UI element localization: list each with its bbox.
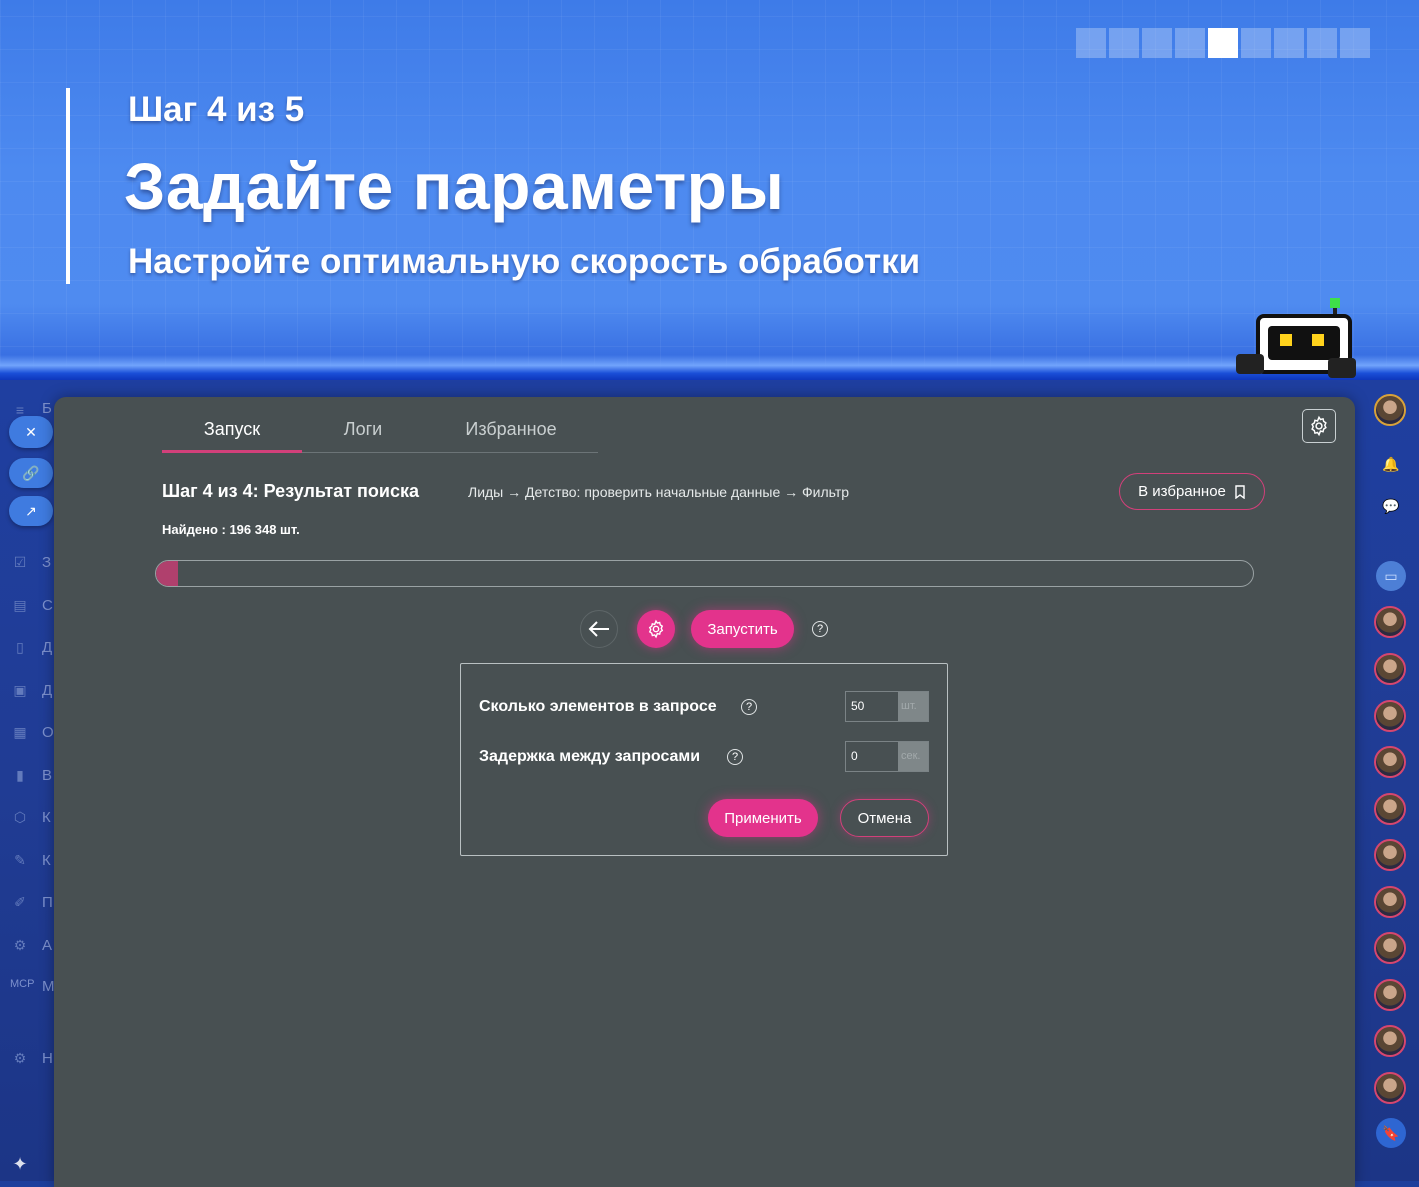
sidebar-item-label: П <box>42 894 53 911</box>
close-icon: ✕ <box>25 423 37 440</box>
chat-icon[interactable]: ▭ <box>1376 561 1406 591</box>
help-icon[interactable]: ? <box>727 749 743 765</box>
bookmark-icon[interactable]: 🔖 <box>1376 1118 1406 1148</box>
banner-stepper <box>1076 28 1370 58</box>
banner-subtitle: Настройте оптимальную скорость обработки <box>128 242 921 281</box>
banner-step-label: Шаг 4 из 5 <box>128 90 305 129</box>
stepper-square <box>1340 28 1370 58</box>
sidebar-item-label: О <box>42 724 54 741</box>
contact-avatar[interactable] <box>1374 886 1406 918</box>
back-button[interactable] <box>580 610 618 648</box>
left-sidebar: ≡ Б ✕ 🔗 ↗ ☑ З ▤ С ▯ Д ▣ Д ▦ О ▮ В ⬡ К ✎ … <box>0 380 56 1181</box>
step-title: Шаг 4 из 4: Результат поиска <box>162 481 419 501</box>
batch-size-unit: шт. <box>898 692 928 721</box>
tab-logs[interactable]: Логи <box>302 410 424 450</box>
contact-avatar[interactable] <box>1374 839 1406 871</box>
favorites-label: В избранное <box>1138 483 1226 500</box>
tab-favorites[interactable]: Избранное <box>424 410 598 450</box>
document-icon[interactable]: ▯ <box>10 637 30 657</box>
pen-icon[interactable]: ✐ <box>10 892 30 912</box>
contact-avatar[interactable] <box>1374 1072 1406 1104</box>
robot-mascot-icon <box>1236 298 1356 378</box>
edit-document-icon[interactable]: ✎ <box>10 850 30 870</box>
gear-icon[interactable]: ⚙ <box>10 1048 30 1068</box>
stepper-square <box>1175 28 1205 58</box>
sidebar-item-label: А <box>42 937 53 954</box>
batch-size-value[interactable]: 50 <box>846 692 898 721</box>
contact-avatar[interactable] <box>1374 746 1406 778</box>
contact-avatar[interactable] <box>1374 793 1406 825</box>
delay-input[interactable]: 0 сек. <box>845 741 929 772</box>
bar-chart-icon[interactable]: ▮ <box>10 765 30 785</box>
banner-accent-bar <box>66 88 70 284</box>
help-icon[interactable]: ? <box>812 621 828 637</box>
progress-bar <box>155 560 1254 587</box>
delay-unit: сек. <box>898 742 928 771</box>
close-sidebar-button[interactable]: ✕ <box>9 416 53 448</box>
sidebar-item-label: К <box>42 852 51 869</box>
stepper-square <box>1307 28 1337 58</box>
archive-icon[interactable]: ▤ <box>10 595 30 615</box>
sidebar-item-label: М <box>42 978 55 995</box>
contact-avatar[interactable] <box>1374 653 1406 685</box>
contact-avatar[interactable] <box>1374 606 1406 638</box>
sidebar-item-label: Д <box>42 682 53 699</box>
robot-icon[interactable]: ⚙ <box>10 935 30 955</box>
progress-fill <box>156 561 178 586</box>
batch-size-label: Сколько элементов в запросе <box>479 698 717 715</box>
run-settings-button[interactable] <box>637 610 675 648</box>
copy-link-button[interactable]: 🔗 <box>9 458 53 488</box>
sidebar-item-label: Н <box>42 1050 53 1067</box>
stepper-square <box>1076 28 1106 58</box>
sidebar-item-label: З <box>42 554 52 571</box>
breadcrumb: Лиды → Детство: проверить начальные данн… <box>468 484 850 500</box>
contact-avatar[interactable] <box>1374 700 1406 732</box>
open-external-button[interactable]: ↗ <box>9 496 53 526</box>
stepper-square <box>1274 28 1304 58</box>
presentation-icon[interactable]: ▣ <box>10 680 30 700</box>
sidebar-item-label: К <box>42 809 51 826</box>
apply-button[interactable]: Применить <box>708 799 818 837</box>
tab-bar: Запуск Логи Избранное <box>162 410 598 453</box>
arrow-left-icon <box>588 621 609 637</box>
calendar-icon[interactable]: ▦ <box>10 722 30 742</box>
tab-launch[interactable]: Запуск <box>162 410 302 453</box>
stepper-square <box>1142 28 1172 58</box>
bell-icon[interactable]: 🔔 <box>1376 449 1406 479</box>
found-count: Найдено : 196 348 шт. <box>162 522 300 537</box>
stepper-square <box>1241 28 1271 58</box>
cancel-button[interactable]: Отмена <box>840 799 929 837</box>
contact-avatar[interactable] <box>1374 979 1406 1011</box>
bookmark-icon <box>1235 484 1245 499</box>
help-icon[interactable]: ? <box>741 699 757 715</box>
banner-title: Задайте параметры <box>124 149 785 223</box>
stepper-square <box>1208 28 1238 58</box>
delay-value[interactable]: 0 <box>846 742 898 771</box>
sidebar-item-label: С <box>42 597 53 614</box>
run-button[interactable]: Запустить <box>691 610 794 648</box>
batch-size-input[interactable]: 50 шт. <box>845 691 929 722</box>
delay-label: Задержка между запросами <box>479 748 701 765</box>
hexagon-icon[interactable]: ⬡ <box>10 807 30 827</box>
sidebar-item-label: Б <box>42 400 52 417</box>
user-avatar[interactable] <box>1374 394 1406 426</box>
banner-glow <box>0 355 1419 381</box>
contact-avatar[interactable] <box>1374 1025 1406 1057</box>
add-to-favorites-button[interactable]: В избранное <box>1119 473 1265 510</box>
gear-icon <box>648 619 664 639</box>
link-icon: 🔗 <box>22 464 40 481</box>
checkbox-icon[interactable]: ☑ <box>10 552 30 572</box>
support-chat-icon[interactable]: 💬 <box>1376 491 1406 521</box>
sidebar-item-label: В <box>42 767 53 784</box>
ai-sparkle-icon[interactable]: ✦ <box>8 1152 32 1176</box>
external-link-icon: ↗ <box>25 502 37 519</box>
stepper-square <box>1109 28 1139 58</box>
mcp-label: MCP <box>10 978 35 990</box>
gear-icon <box>1311 415 1327 437</box>
contact-avatar[interactable] <box>1374 932 1406 964</box>
settings-button[interactable] <box>1302 409 1336 443</box>
sidebar-item-label: Д <box>42 639 53 656</box>
